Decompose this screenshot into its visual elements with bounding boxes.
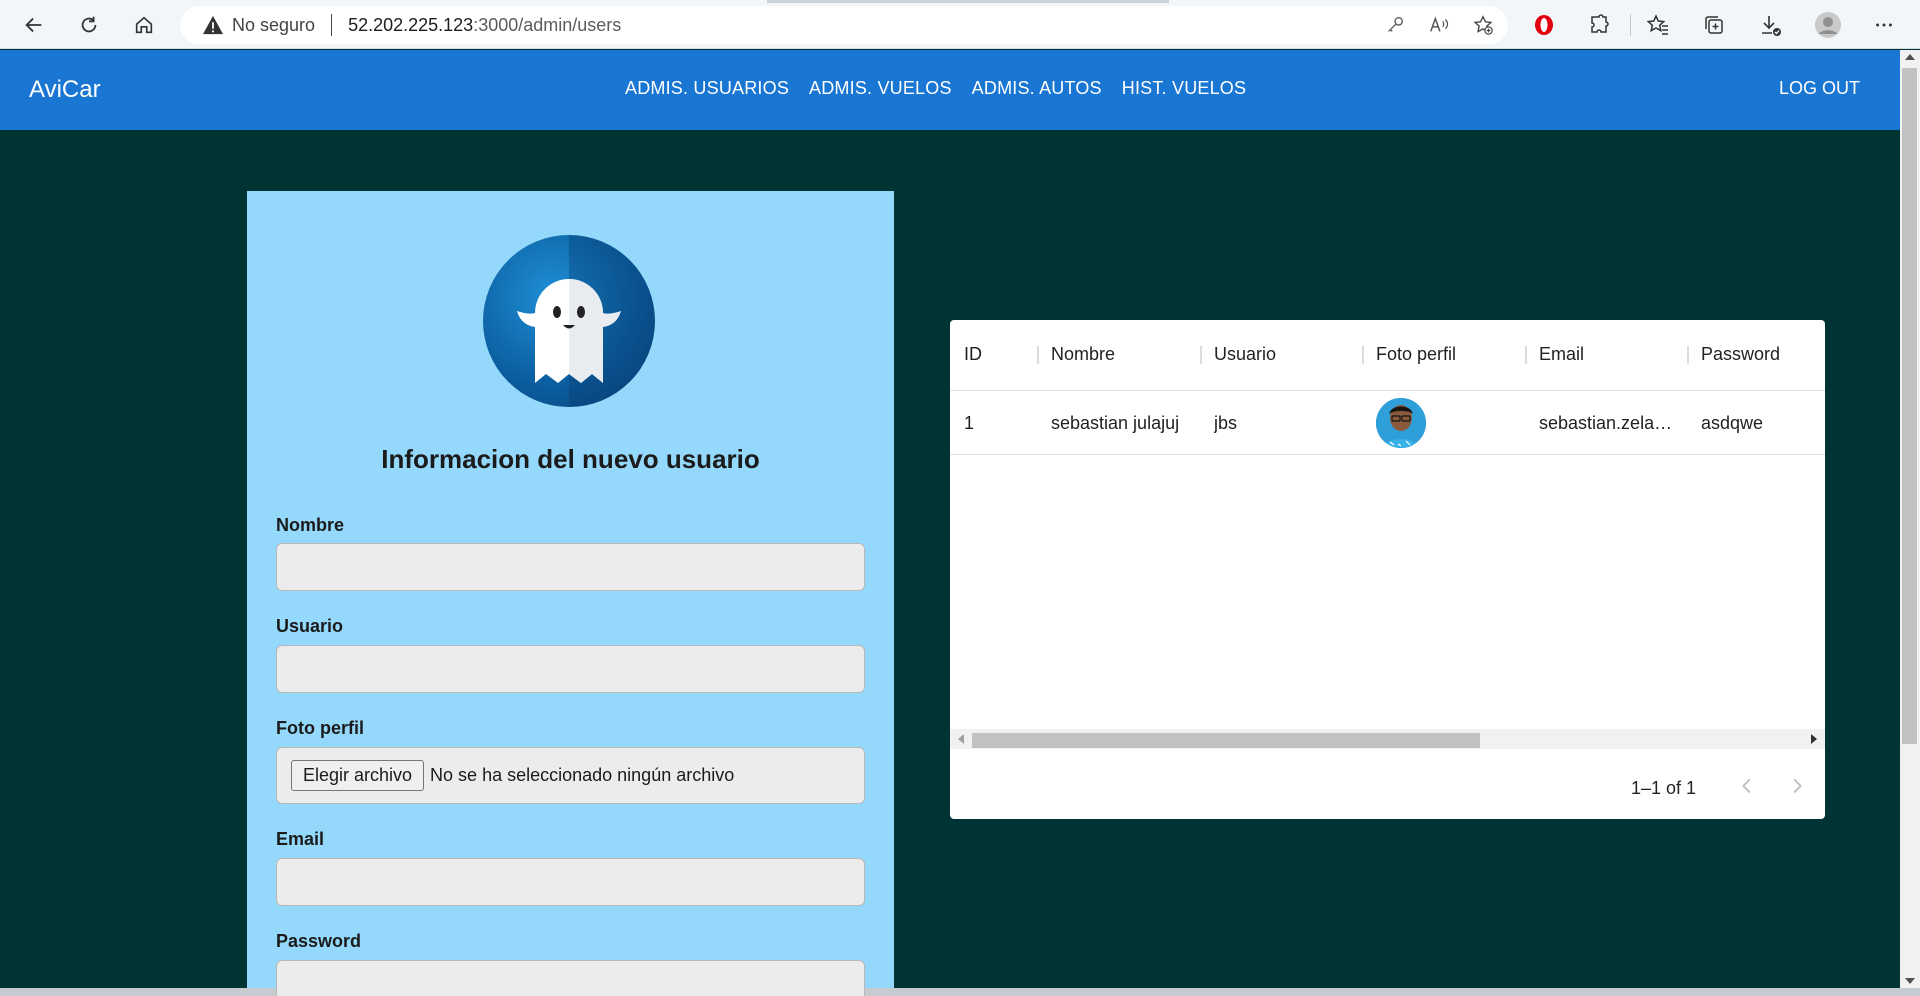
foto-perfil-file-input[interactable]: Elegir archivo No se ha seleccionado nin… <box>276 747 865 804</box>
nav-admin-users[interactable]: ADMIS. USUARIOS <box>625 78 789 99</box>
add-favorite-icon[interactable] <box>1470 12 1496 38</box>
column-header-foto[interactable]: Foto perfil <box>1376 344 1456 365</box>
collections-icon[interactable] <box>1698 9 1730 41</box>
nombre-input[interactable] <box>276 543 865 591</box>
scroll-up-icon[interactable] <box>1905 54 1915 60</box>
key-icon[interactable] <box>1382 12 1408 38</box>
reload-icon[interactable] <box>72 8 106 42</box>
table-row[interactable]: 1 sebastian julajuj jbs sebastian.zela… … <box>950 391 1825 455</box>
cell-email[interactable]: sebastian.zela… <box>1539 413 1679 434</box>
brand-logo[interactable]: AviCar <box>29 76 101 104</box>
address-bar[interactable]: No seguro 52.202.225.123:3000/admin/user… <box>180 6 1508 44</box>
form-title: Informacion del nuevo usuario <box>381 444 760 474</box>
table-horizontal-scrollbar[interactable] <box>950 729 1825 749</box>
password-input[interactable] <box>276 960 865 996</box>
column-header-password[interactable]: Password <box>1701 344 1780 365</box>
usuario-label: Usuario <box>276 616 344 636</box>
column-header-usuario[interactable]: Usuario <box>1214 344 1276 365</box>
app-header: AviCar ADMIS. USUARIOS ADMIS. VUELOS ADM… <box>0 50 1900 130</box>
cell-nombre[interactable]: sebastian julajuj <box>1051 413 1191 434</box>
column-separator[interactable] <box>1200 346 1202 364</box>
back-icon[interactable] <box>17 8 51 42</box>
url-host[interactable]: 52.202.225.123 <box>348 15 473 36</box>
cell-usuario[interactable]: jbs <box>1214 413 1237 434</box>
read-aloud-icon[interactable] <box>1426 12 1452 38</box>
profile-avatar-icon[interactable] <box>1812 9 1844 41</box>
column-separator[interactable] <box>1037 346 1039 364</box>
password-label: Password <box>276 931 362 951</box>
column-separator[interactable] <box>1362 346 1364 364</box>
column-separator[interactable] <box>1687 346 1689 364</box>
main-nav: ADMIS. USUARIOS ADMIS. VUELOS ADMIS. AUT… <box>625 78 1246 99</box>
nav-admin-flights[interactable]: ADMIS. VUELOS <box>809 78 952 99</box>
toolbar-divider <box>1630 14 1631 36</box>
extensions-icon[interactable] <box>1583 9 1615 41</box>
address-divider <box>331 14 333 36</box>
scroll-right-icon[interactable] <box>1811 734 1817 744</box>
home-icon[interactable] <box>127 8 161 42</box>
table-footer: 1–1 of 1 <box>950 752 1825 819</box>
previous-page-icon[interactable] <box>1735 774 1759 798</box>
tab-strip-edge <box>767 0 1169 3</box>
more-menu-icon[interactable] <box>1868 9 1900 41</box>
email-label: Email <box>276 829 325 849</box>
table-scrollbar-thumb[interactable] <box>972 733 1480 748</box>
ghost-avatar-icon <box>483 235 655 407</box>
column-header-nombre[interactable]: Nombre <box>1051 344 1115 365</box>
downloads-icon[interactable] <box>1754 9 1786 41</box>
new-user-form: Informacion del nuevo usuario Nombre Usu… <box>247 191 894 996</box>
scroll-down-icon[interactable] <box>1905 978 1915 984</box>
table-header: ID Nombre Usuario Foto perfil Email Pass… <box>950 320 1825 391</box>
nombre-label: Nombre <box>276 515 345 535</box>
users-table: ID Nombre Usuario Foto perfil Email Pass… <box>950 320 1825 819</box>
page-scrollbar[interactable] <box>1900 50 1920 988</box>
foto-perfil-label: Foto perfil <box>276 718 364 738</box>
column-header-email[interactable]: Email <box>1539 344 1584 365</box>
nav-flight-history[interactable]: HIST. VUELOS <box>1122 78 1246 99</box>
browser-toolbar: No seguro 52.202.225.123:3000/admin/user… <box>0 0 1920 49</box>
column-header-id[interactable]: ID <box>964 344 982 365</box>
choose-file-button[interactable]: Elegir archivo <box>291 760 425 791</box>
page-scrollbar-thumb[interactable] <box>1902 68 1917 744</box>
security-label[interactable]: No seguro <box>232 15 315 36</box>
nav-admin-cars[interactable]: ADMIS. AUTOS <box>972 78 1102 99</box>
scroll-left-icon[interactable] <box>958 734 964 744</box>
cell-password[interactable]: asdqwe <box>1701 413 1763 434</box>
file-status-text: No se ha seleccionado ningún archivo <box>430 765 735 785</box>
opera-extension-icon[interactable] <box>1528 9 1560 41</box>
logout-button[interactable]: LOG OUT <box>1779 78 1860 99</box>
email-input[interactable] <box>276 858 865 906</box>
user-photo-avatar[interactable] <box>1376 398 1426 448</box>
pagination-info: 1–1 of 1 <box>1631 778 1697 798</box>
column-separator[interactable] <box>1525 346 1527 364</box>
cell-id[interactable]: 1 <box>964 413 974 434</box>
favorites-icon[interactable] <box>1642 9 1674 41</box>
warning-icon[interactable] <box>202 15 224 35</box>
next-page-icon[interactable] <box>1785 774 1809 798</box>
usuario-input[interactable] <box>276 645 865 693</box>
url-path[interactable]: :3000/admin/users <box>473 15 621 36</box>
